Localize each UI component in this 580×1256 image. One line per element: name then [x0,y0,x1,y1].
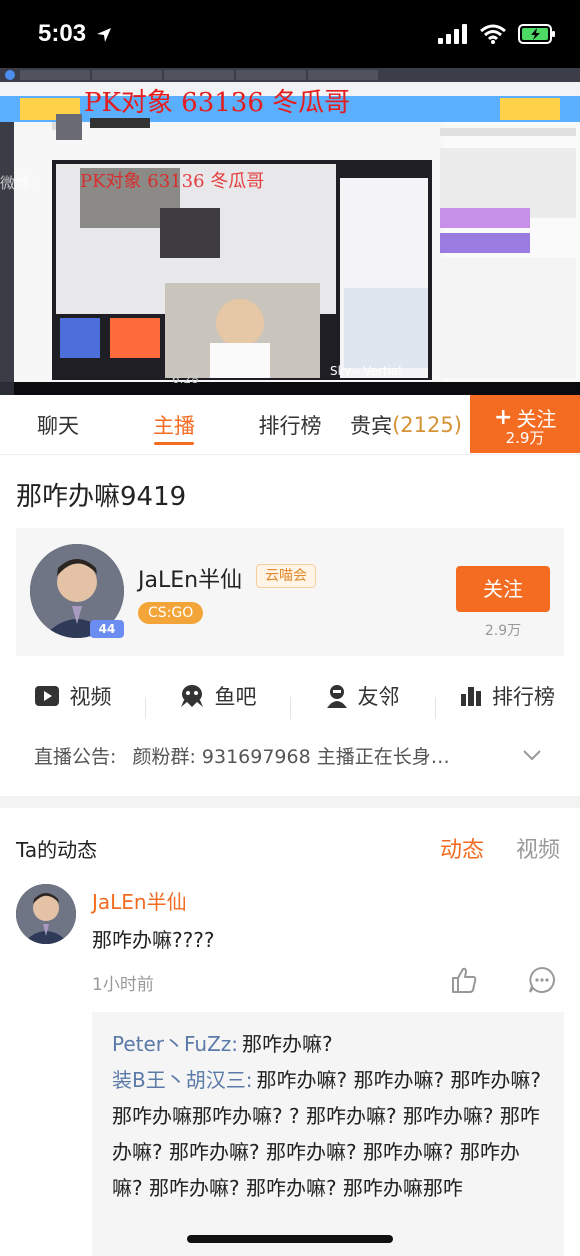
action-ranking-label: 排行榜 [492,685,555,709]
action-neighbor[interactable]: 友邻 [290,681,435,719]
location-arrow-icon [97,28,111,42]
video-icon [34,686,59,706]
tab-guests-label: 贵宾 [350,414,393,438]
stream-timestamp: 6.28 [172,372,199,386]
status-bar: 5:03 [0,0,580,68]
live-video-player[interactable]: PK对象 63136 冬瓜哥 PK对象 63136 冬瓜哥 微博: 那咋办嘛94… [0,68,580,395]
feed-title: Ta的动态 [16,838,98,862]
status-icons [438,24,556,44]
stream-inner-title: 那咋办嘛9419 [90,119,143,128]
comment-item[interactable]: 装B王丶胡汉三: 那咋办嘛? 那咋办嘛? 那咋办嘛? 那咋办嘛那咋办嘛? ? 那咋… [112,1062,544,1206]
notice-content: 颜粉群: 931697968 主播正在长身… [132,746,450,768]
follow-button-top[interactable]: + 关注 2.9万 [470,395,580,453]
pk-banner-echo: PK对象 63136 冬瓜哥 [80,171,265,192]
anchor-card: 44 JaLEn半仙 云喵会 CS:GO 关注 2.9万 [16,528,564,656]
action-fish-bar-label: 鱼吧 [214,685,257,709]
action-neighbor-label: 友邻 [357,685,400,709]
action-video[interactable]: 视频 [0,681,145,711]
stream-caption: Sky - Vertial [330,364,402,378]
neighbor-icon [326,685,347,708]
stream-overlay-text: 微博: [0,174,36,192]
plus-icon: + [494,404,513,430]
comment-list: Peter丶FuZz: 那咋办嘛? 装B王丶胡汉三: 那咋办嘛? 那咋办嘛? 那咋办… [92,1012,564,1256]
post-author-avatar[interactable] [16,884,76,944]
action-video-label: 视频 [69,685,112,709]
pk-banner: PK对象 63136 冬瓜哥 [84,88,351,118]
action-row: 视频 鱼吧 友邻 排行榜 [0,666,580,726]
post-time: 1小时前 [92,975,154,995]
status-time: 5:03 [38,20,87,47]
notice-label: 直播公告: [34,746,117,768]
tab-chat[interactable]: 聊天 [0,395,116,455]
ranking-icon [461,687,481,706]
section-divider [0,796,580,808]
tab-anchor[interactable]: 主播 [116,395,232,455]
comment-author[interactable]: Peter丶FuZz: [112,1032,238,1056]
tab-guests[interactable]: 贵宾 (2125) [348,395,464,455]
battery-charging-icon [518,24,555,44]
action-fish-bar[interactable]: 鱼吧 [145,681,290,719]
comment-text: 那咋办嘛? [242,1032,333,1056]
post-text: 那咋办嘛???? [92,928,215,952]
feed-tab-video[interactable]: 视频 [516,832,560,864]
anchor-follow-count: 2.9万 [484,623,522,639]
post-avatar-image [16,884,76,944]
home-indicator[interactable] [187,1235,393,1243]
comment-author[interactable]: 装B王丶胡汉三: [112,1068,252,1092]
tab-guests-count: (2125) [392,413,462,437]
room-title: 那咋办嘛9419 [16,482,187,512]
signal-icon [438,24,467,44]
anchor-name: JaLEn半仙 [138,568,243,593]
live-notice[interactable]: 直播公告: 颜粉群: 931697968 主播正在长身… [34,742,554,769]
wifi-icon [480,24,506,44]
post-author[interactable]: JaLEn半仙 [92,886,187,915]
feed-tab-dynamic[interactable]: 动态 [440,832,484,864]
chevron-down-icon[interactable] [522,748,542,762]
fish-bar-icon [180,685,203,707]
comment-icon[interactable] [528,966,556,994]
anchor-level: 44 [98,622,116,636]
action-ranking[interactable]: 排行榜 [435,681,580,719]
tab-ranking[interactable]: 排行榜 [232,395,348,455]
follow-top-count: 2.9万 [505,429,545,447]
anchor-category[interactable]: CS:GO [138,602,204,624]
anchor-level-badge: 44 [90,620,124,638]
anchor-follow-button[interactable]: 关注 [456,566,550,612]
comment-item[interactable]: Peter丶FuZz: 那咋办嘛? [112,1026,544,1062]
anchor-club-badge: 云喵会 [256,564,316,588]
like-icon[interactable] [450,966,478,994]
